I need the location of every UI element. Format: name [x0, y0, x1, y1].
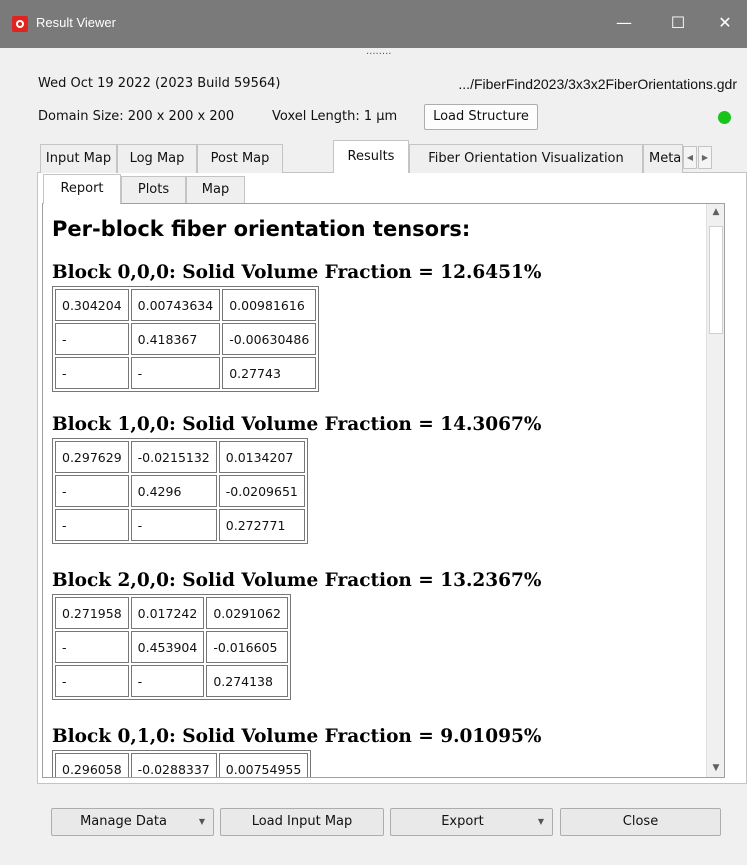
manage-data-label: Manage Data	[80, 814, 167, 829]
report-heading: Per-block fiber orientation tensors:	[52, 217, 471, 241]
load-input-map-button[interactable]: Load Input Map	[220, 808, 384, 836]
table-row: 0.296058 -0.0288337 0.00754955	[55, 753, 309, 777]
table-row: - 0.418367 -0.00630486	[55, 323, 317, 355]
table-cell: 0.27743	[222, 357, 317, 389]
export-button[interactable]: Export ▼	[390, 808, 553, 836]
table-cell: 0.304204	[55, 289, 129, 321]
block-title: Block 2,0,0: Solid Volume Fraction = 13.…	[52, 570, 542, 591]
export-label: Export	[441, 814, 484, 829]
block-title: Block 1,0,0: Solid Volume Fraction = 14.…	[52, 414, 542, 435]
table-row: - - 0.274138	[55, 665, 288, 697]
table-cell: -	[55, 323, 129, 355]
tensor-table: 0.271958 0.017242 0.0291062 - 0.453904 -…	[52, 594, 291, 700]
table-cell: -	[55, 631, 129, 663]
subtab-map[interactable]: Map	[186, 176, 245, 203]
tensor-table: 0.304204 0.00743634 0.00981616 - 0.41836…	[52, 286, 320, 392]
tab-meta[interactable]: Meta	[643, 144, 683, 173]
table-cell: 0.4296	[130, 475, 217, 507]
table-cell: -	[130, 665, 205, 697]
table-cell: -0.0288337	[130, 753, 217, 777]
table-cell: -0.016605	[206, 631, 288, 663]
minimize-button[interactable]: —	[601, 6, 647, 40]
table-cell: 0.00743634	[130, 289, 221, 321]
tab-results[interactable]: Results	[333, 140, 409, 173]
tab-log-map[interactable]: Log Map	[117, 144, 197, 173]
scroll-down-icon[interactable]: ▼	[707, 760, 725, 777]
domain-size-label: Domain Size: 200 x 200 x 200	[38, 109, 235, 124]
splitter-handle[interactable]: ········	[366, 50, 391, 60]
table-cell: -0.0209651	[218, 475, 305, 507]
tab-fiber-orientation-visualization[interactable]: Fiber Orientation Visualization	[409, 144, 643, 173]
title-bar[interactable]: Result Viewer — ☐ ✕	[0, 0, 747, 48]
main-tabbar: Input Map Log Map Post Map Results Fiber…	[40, 140, 700, 173]
manage-data-button[interactable]: Manage Data ▼	[51, 808, 214, 836]
chevron-down-icon: ▼	[537, 817, 544, 826]
tab-post-map[interactable]: Post Map	[197, 144, 283, 173]
table-cell: 0.297629	[55, 441, 129, 473]
report-content: Per-block fiber orientation tensors: Blo…	[43, 204, 706, 777]
voxel-length-label: Voxel Length: 1 µm	[272, 109, 398, 124]
table-row: 0.304204 0.00743634 0.00981616	[55, 289, 317, 321]
maximize-button[interactable]: ☐	[655, 6, 701, 40]
table-cell: -	[55, 509, 129, 541]
tab-scroll-right-icon[interactable]: ▶	[698, 146, 712, 169]
table-cell: 0.00754955	[218, 753, 309, 777]
close-window-button[interactable]: ✕	[702, 6, 747, 40]
subtab-report[interactable]: Report	[43, 174, 121, 204]
block-title: Block 0,1,0: Solid Volume Fraction = 9.0…	[52, 726, 542, 747]
table-cell: 0.418367	[130, 323, 221, 355]
table-cell: -	[55, 357, 129, 389]
table-row: - - 0.272771	[55, 509, 305, 541]
load-structure-button[interactable]: Load Structure	[424, 104, 538, 130]
table-cell: 0.017242	[130, 597, 205, 629]
table-row: - 0.453904 -0.016605	[55, 631, 288, 663]
table-row: - 0.4296 -0.0209651	[55, 475, 305, 507]
scroll-up-icon[interactable]: ▲	[707, 204, 725, 221]
file-path-label: .../FiberFind2023/3x3x2FiberOrientations…	[458, 76, 737, 92]
table-cell: 0.0134207	[218, 441, 305, 473]
block-title: Block 0,0,0: Solid Volume Fraction = 12.…	[52, 262, 542, 283]
table-cell: 0.0291062	[206, 597, 288, 629]
table-cell: 0.274138	[206, 665, 288, 697]
tab-input-map[interactable]: Input Map	[40, 144, 117, 173]
table-row: 0.297629 -0.0215132 0.0134207	[55, 441, 305, 473]
report-scrollbar[interactable]: ▲ ▼	[706, 204, 724, 777]
status-indicator-icon	[718, 111, 731, 124]
date-build-label: Wed Oct 19 2022 (2023 Build 59564)	[38, 76, 281, 91]
result-viewer-window: Result Viewer — ☐ ✕ ········ Wed Oct 19 …	[0, 0, 747, 865]
table-row: - - 0.27743	[55, 357, 317, 389]
table-cell: 0.272771	[218, 509, 305, 541]
scrollbar-thumb[interactable]	[709, 226, 723, 334]
table-cell: 0.296058	[55, 753, 129, 777]
table-cell: -	[130, 357, 221, 389]
window-title: Result Viewer	[36, 15, 116, 30]
tab-scroll-left-icon[interactable]: ◀	[683, 146, 697, 169]
table-cell: 0.271958	[55, 597, 129, 629]
table-cell: -	[55, 665, 129, 697]
close-button[interactable]: Close	[560, 808, 721, 836]
table-cell: -0.00630486	[222, 323, 317, 355]
tensor-table: 0.296058 -0.0288337 0.00754955	[52, 750, 312, 777]
table-cell: 0.00981616	[222, 289, 317, 321]
table-cell: -	[130, 509, 217, 541]
table-row: 0.271958 0.017242 0.0291062	[55, 597, 288, 629]
app-logo-icon	[12, 16, 28, 32]
subtab-plots[interactable]: Plots	[121, 176, 186, 203]
tensor-table: 0.297629 -0.0215132 0.0134207 - 0.4296 -…	[52, 438, 308, 544]
table-cell: 0.453904	[130, 631, 205, 663]
chevron-down-icon: ▼	[198, 817, 205, 826]
table-cell: -	[55, 475, 129, 507]
table-cell: -0.0215132	[130, 441, 217, 473]
